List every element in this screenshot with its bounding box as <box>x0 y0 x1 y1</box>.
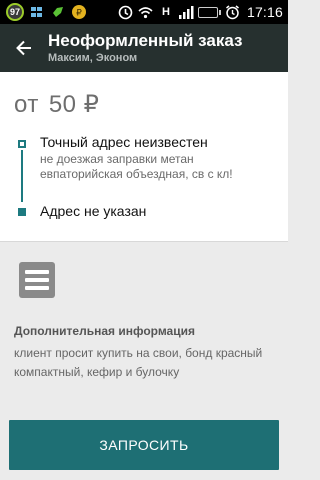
price-value: 50 ₽ <box>48 91 100 118</box>
network-type-icon: H <box>161 6 170 18</box>
clock: 17:16 <box>246 4 283 20</box>
svg-text:₽: ₽ <box>76 9 82 19</box>
price-estimate: от 50 ₽ <box>14 90 99 119</box>
status-bar: 97 ₽ H 17:16 <box>0 0 288 24</box>
app-toolbar: Неоформленный заказ Максим, Эконом <box>0 24 288 72</box>
order-card: от 50 ₽ Точный адрес неизвестен не доезжа… <box>0 72 288 242</box>
signal-icon <box>178 4 194 20</box>
wifi-icon <box>138 4 154 20</box>
battery-icon <box>197 6 221 18</box>
sync-icon <box>118 4 134 20</box>
route-line <box>21 150 23 202</box>
pickup-note: не доезжая заправки метан евпаторийская … <box>40 152 233 181</box>
details-icon <box>19 262 55 298</box>
page-subtitle: Максим, Эконом <box>48 52 138 64</box>
additional-info-title: Дополнительная информация <box>14 324 195 338</box>
destination-address: Адрес не указан <box>40 203 147 219</box>
pickup-address: Точный адрес неизвестен <box>40 134 208 150</box>
price-prefix: от <box>14 91 39 118</box>
destination-marker-icon <box>18 208 26 216</box>
wallet-icon: ₽ <box>71 4 87 20</box>
alarm-icon <box>225 4 241 20</box>
bbm-icon <box>29 4 45 20</box>
notification-badge: 97 <box>6 3 24 21</box>
page-title: Неоформленный заказ <box>48 31 243 50</box>
request-button[interactable]: ЗАПРОСИТЬ <box>9 420 279 470</box>
pickup-marker-icon <box>18 140 26 148</box>
arrow-left-icon <box>16 40 31 56</box>
additional-info-text: клиент просит купить на свои, бонд красн… <box>14 346 263 379</box>
app-icon <box>50 4 66 20</box>
back-button[interactable] <box>0 24 48 72</box>
